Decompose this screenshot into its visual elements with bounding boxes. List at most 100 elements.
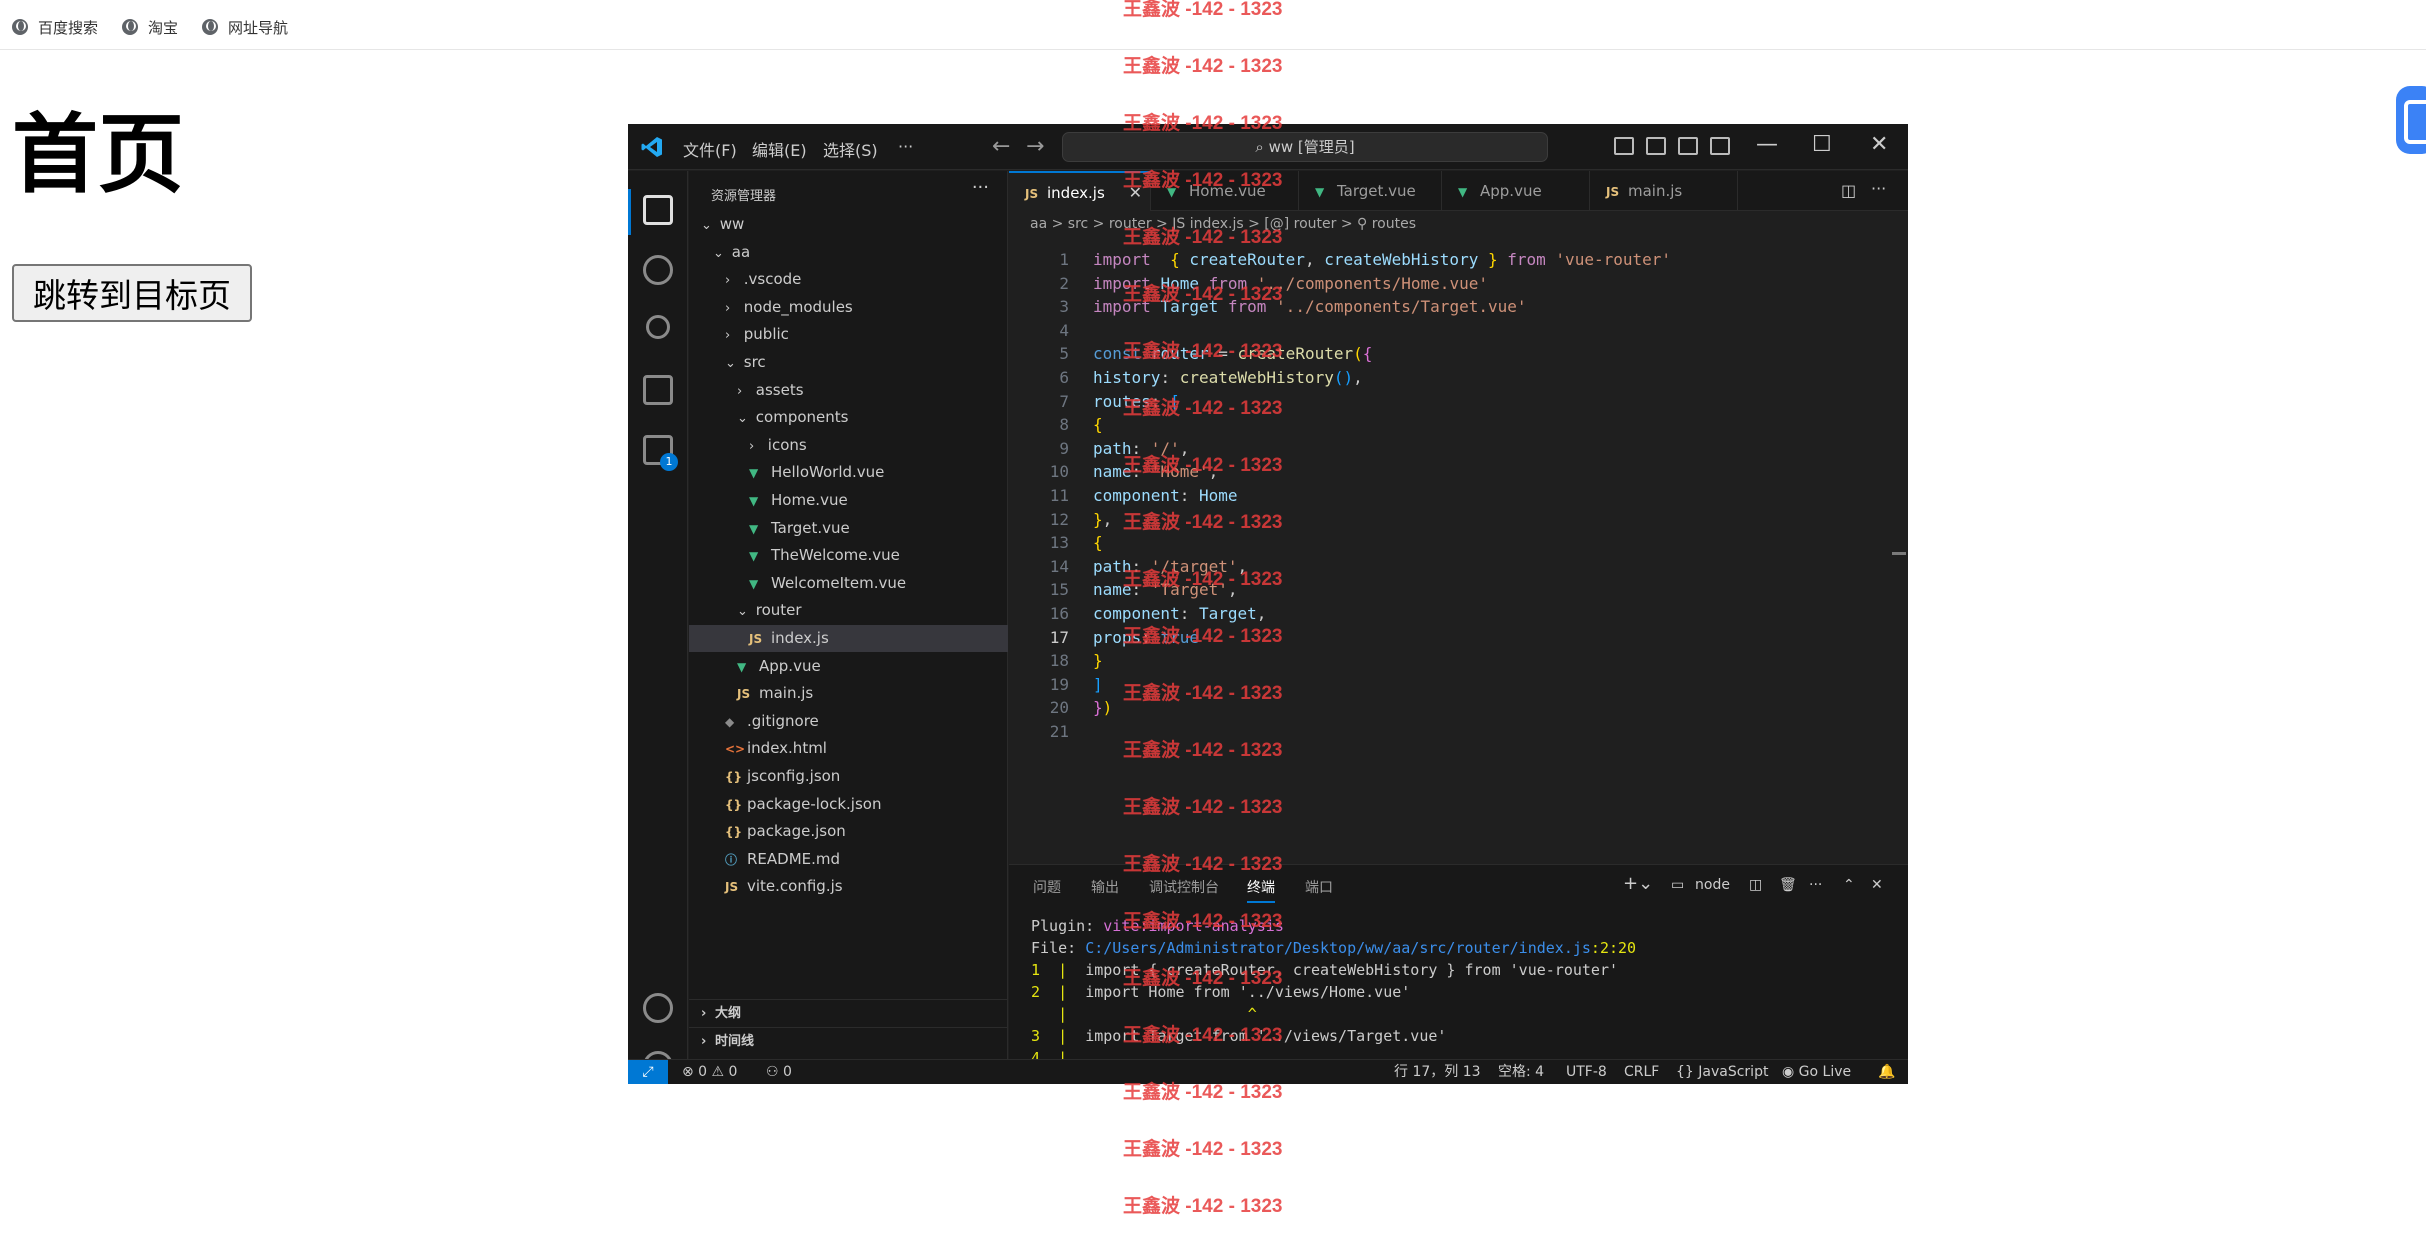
bell-icon[interactable]: 🔔 [1878, 1060, 1895, 1084]
more-icon[interactable]: ··· [1809, 877, 1822, 893]
new-terminal-icon[interactable]: +⌄ [1623, 873, 1653, 894]
menu-selection[interactable]: 选择(S) [823, 137, 878, 161]
tab-main-js[interactable]: JS main.js [1590, 171, 1738, 211]
back-arrow-icon[interactable]: ← [992, 134, 1010, 159]
encoding[interactable]: UTF-8 [1566, 1060, 1607, 1084]
tree-file[interactable]: ▼ Target.vue [689, 515, 1008, 542]
language-mode[interactable]: {} JavaScript [1676, 1060, 1768, 1084]
go-live[interactable]: ◉ Go Live [1782, 1060, 1851, 1084]
tree-folder[interactable]: › icons [689, 432, 1008, 459]
bookmark-label: 百度搜索 [38, 19, 99, 37]
vue-file-icon: ▼ [749, 576, 759, 591]
go-live-label: Go Live [1798, 1064, 1852, 1080]
vue-file-icon: ▼ [749, 494, 759, 508]
tree-file[interactable]: JS index.js [689, 625, 1008, 652]
tree-file[interactable]: JS vite.config.js [689, 873, 1008, 900]
menu-edit[interactable]: 编辑(E) [752, 137, 807, 161]
close-panel-icon[interactable]: ✕ [1871, 877, 1883, 893]
panel-tab-output[interactable]: 输出 [1091, 877, 1119, 897]
tree-folder[interactable]: › node_modules [689, 294, 1008, 321]
menu-more[interactable]: ··· [898, 137, 913, 156]
terminal-name[interactable]: node [1695, 877, 1730, 893]
maximize-icon[interactable]: ☐ [1812, 132, 1832, 157]
source-control-icon[interactable] [646, 315, 670, 339]
line-ending[interactable]: CRLF [1624, 1060, 1659, 1084]
remote-icon[interactable]: ⤢ [628, 1060, 668, 1084]
tree-file[interactable]: ▼ WelcomeItem.vue [689, 570, 1008, 597]
indentation[interactable]: 空格: 4 [1498, 1060, 1544, 1084]
tab-app-vue[interactable]: ▼ App.vue [1442, 171, 1590, 211]
bookmark-baidu[interactable]: 百度搜索 [12, 16, 98, 38]
vue-file-icon: ▼ [1315, 185, 1325, 199]
tree-file[interactable]: ▼ Home.vue [689, 487, 1008, 514]
explorer-sidebar: 资源管理器 ··· ⌄ ww ⌄ aa › .vscode › node_module… [689, 171, 1008, 1059]
account-icon[interactable] [643, 993, 673, 1023]
toggle-panel-icon[interactable] [1646, 137, 1666, 155]
toggle-primary-sidebar-icon[interactable] [1614, 137, 1634, 155]
bookmark-label: 淘宝 [148, 19, 179, 37]
split-terminal-icon[interactable]: ◫ [1749, 877, 1762, 893]
tree-folder[interactable]: ⌄ ww [689, 211, 1008, 238]
tree-file[interactable]: ▼ HelloWorld.vue [689, 459, 1008, 486]
cursor-position[interactable]: 行 17，列 13 [1394, 1060, 1481, 1084]
tree-folder[interactable]: ⌄ router [689, 597, 1008, 624]
vue-file-icon: ▼ [749, 466, 759, 481]
panel-tab-terminal[interactable]: 终端 [1247, 877, 1275, 903]
tree-folder[interactable]: › assets [689, 377, 1008, 404]
tab-target-vue[interactable]: ▼ Target.vue [1299, 171, 1442, 211]
watermark-text: 王鑫波 -142 - 1323 [1123, 113, 1283, 134]
forward-arrow-icon[interactable]: → [1026, 134, 1044, 159]
tree-label: icons [767, 435, 807, 454]
tree-file[interactable]: <> index.html [689, 735, 1008, 762]
toggle-secondary-sidebar-icon[interactable] [1678, 137, 1698, 155]
tree-file[interactable]: ◆ .gitignore [689, 708, 1008, 735]
outline-section[interactable]: › 大纲 [689, 999, 1008, 1027]
menu-file[interactable]: 文件(F) [683, 137, 737, 161]
tree-label: ww [719, 215, 745, 233]
bookmark-taobao[interactable]: 淘宝 [122, 16, 178, 38]
customize-layout-icon[interactable] [1710, 137, 1730, 155]
tree-folder[interactable]: ⌄ src [689, 349, 1008, 376]
tree-folder[interactable]: › .vscode [689, 266, 1008, 293]
tree-folder[interactable]: › public [689, 321, 1008, 348]
close-icon[interactable]: ✕ [1870, 132, 1888, 157]
more-icon[interactable]: ··· [972, 177, 989, 198]
panel-tab-ports[interactable]: 端口 [1305, 877, 1333, 897]
line-number: 11 [1049, 486, 1069, 505]
explorer-header: 资源管理器 [711, 189, 777, 204]
jump-to-target-button[interactable]: 跳转到目标页 [12, 264, 252, 322]
extension-icon[interactable] [2396, 86, 2426, 154]
scrollbar-marker [1892, 552, 1906, 555]
tree-file[interactable]: ▼ TheWelcome.vue [689, 542, 1008, 569]
command-center[interactable]: ⌕ ww [管理员] [1062, 132, 1548, 162]
tree-file[interactable]: {} jsconfig.json [689, 763, 1008, 790]
search-icon: ⌕ [1255, 138, 1269, 156]
tree-file[interactable]: {} package-lock.json [689, 791, 1008, 818]
line-number: 2 [1059, 273, 1069, 293]
panel-tab-debug-console[interactable]: 调试控制台 [1149, 877, 1219, 897]
search-icon[interactable] [643, 255, 673, 285]
watermark-text: 王鑫波 -142 - 1323 [1123, 1082, 1283, 1103]
more-actions-icon[interactable]: ··· [1871, 179, 1886, 198]
bookmark-nav[interactable]: 网址导航 [202, 16, 288, 38]
split-editor-icon[interactable]: ◫ [1841, 181, 1856, 200]
timeline-section[interactable]: › 时间线 [689, 1027, 1008, 1055]
trash-icon[interactable]: 🗑 [1779, 877, 1797, 893]
tree-label: TheWelcome.vue [771, 546, 900, 565]
tree-folder[interactable]: ⌄ components [689, 404, 1008, 431]
tab-label: main.js [1628, 182, 1683, 200]
tree-folder[interactable]: ⌄ aa [689, 239, 1008, 266]
tree-file[interactable]: {} package.json [689, 818, 1008, 845]
problems-status[interactable]: ⊗ 0 ⚠ 0 [682, 1060, 737, 1084]
ports-status[interactable]: ⚇ 0 [766, 1060, 792, 1084]
panel-tab-problems[interactable]: 问题 [1033, 877, 1061, 897]
maximize-panel-icon[interactable]: ⌃ [1843, 877, 1855, 893]
explorer-icon[interactable] [643, 195, 673, 225]
line-number: 1 [1059, 250, 1069, 269]
run-debug-icon[interactable] [643, 375, 673, 405]
minimize-icon[interactable]: — [1756, 132, 1778, 157]
tree-file[interactable]: ⓘ README.md [689, 846, 1008, 873]
tree-file[interactable]: ▼ App.vue [689, 653, 1008, 680]
tree-file[interactable]: JS main.js [689, 680, 1008, 707]
js-file-icon: JS [749, 632, 763, 646]
